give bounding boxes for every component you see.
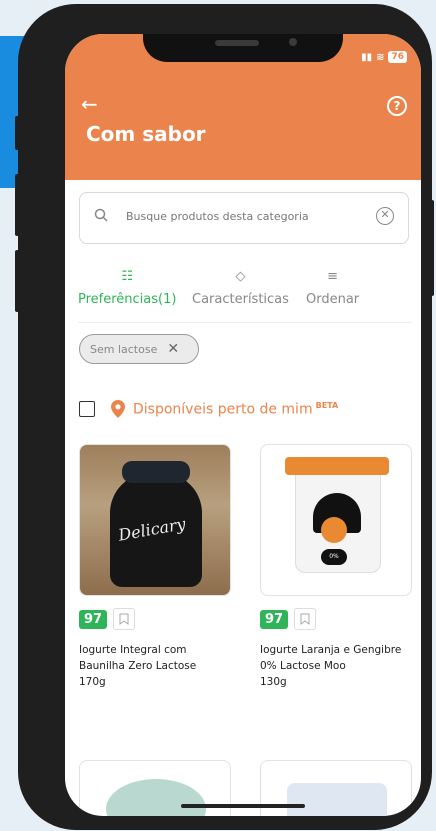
score-row: 97 bbox=[79, 608, 231, 630]
page-title: Com sabor bbox=[86, 122, 206, 146]
tag-icon: ◇ bbox=[235, 269, 246, 284]
search-icon bbox=[94, 208, 108, 222]
app-screen: ▮▮ ≋ 76 ← ? Com sabor ✕ ☷ Preferências(1… bbox=[65, 34, 421, 816]
product-name: Iogurte Laranja e Gengibre 0% Lactose Mo… bbox=[260, 644, 402, 672]
beta-badge: BETA bbox=[315, 400, 339, 410]
cup-lid bbox=[285, 457, 389, 475]
filter-tabs: ☷ Preferências(1) ◇ Características ≡ Or… bbox=[78, 266, 411, 323]
home-indicator[interactable] bbox=[181, 804, 305, 808]
nearby-text: Disponíveis perto de mim bbox=[133, 401, 313, 418]
product-image[interactable]: Delicary bbox=[79, 444, 231, 596]
location-pin-icon bbox=[111, 400, 125, 418]
product-image-partial bbox=[106, 779, 206, 816]
mute-switch bbox=[15, 116, 19, 150]
score-badge: 97 bbox=[260, 609, 289, 629]
nearby-checkbox[interactable] bbox=[79, 401, 95, 417]
tab-characteristics[interactable]: ◇ Características bbox=[192, 266, 289, 307]
power-button bbox=[430, 200, 434, 296]
filter-chip[interactable]: Sem lactose ✕ bbox=[79, 334, 199, 364]
score-row: 97 bbox=[260, 608, 412, 630]
volume-up-button bbox=[15, 174, 19, 236]
product-image-partial bbox=[287, 783, 387, 816]
filter-chip-label: Sem lactose bbox=[90, 342, 158, 356]
tab-sort[interactable]: ≡ Ordenar bbox=[306, 266, 359, 307]
bookmark-button[interactable] bbox=[294, 608, 317, 630]
sliders-icon: ☷ bbox=[121, 269, 134, 284]
wifi-icon: ≋ bbox=[376, 51, 385, 63]
product-image[interactable]: 0% bbox=[260, 444, 412, 596]
phone-notch bbox=[143, 34, 343, 62]
help-icon[interactable]: ? bbox=[387, 96, 407, 116]
search-box[interactable]: ✕ bbox=[79, 192, 409, 244]
phone-frame: ▮▮ ≋ 76 ← ? Com sabor ✕ ☷ Preferências(1… bbox=[15, 4, 434, 830]
status-bar: ▮▮ ≋ 76 bbox=[361, 51, 407, 63]
score-badge: 97 bbox=[79, 609, 108, 629]
battery-indicator: 76 bbox=[388, 51, 407, 63]
volume-down-button bbox=[15, 250, 19, 312]
tab-preferences-label: Preferências(1) bbox=[78, 292, 177, 307]
nearby-toggle[interactable]: Disponíveis perto de mim BETA bbox=[79, 400, 338, 418]
product-card[interactable]: Delicary 97 Iogurte Integral com Baunilh… bbox=[79, 444, 231, 690]
clear-search-icon[interactable]: ✕ bbox=[376, 207, 394, 225]
bookmark-button[interactable] bbox=[113, 608, 136, 630]
bookmark-icon bbox=[119, 613, 129, 625]
cup-label: 0% bbox=[321, 549, 347, 565]
back-arrow-icon[interactable]: ← bbox=[81, 92, 98, 116]
sort-icon: ≡ bbox=[327, 269, 339, 284]
signal-icon: ▮▮ bbox=[361, 51, 373, 63]
product-name: Iogurte Integral com Baunilha Zero Lacto… bbox=[79, 644, 197, 672]
bookmark-icon bbox=[300, 613, 310, 625]
cup-orange-dot bbox=[321, 517, 347, 543]
product-weight: 170g bbox=[79, 676, 106, 688]
search-input[interactable] bbox=[124, 209, 358, 224]
speaker-grille bbox=[215, 40, 259, 46]
tab-sort-label: Ordenar bbox=[306, 292, 360, 307]
product-weight: 130g bbox=[260, 676, 287, 688]
tab-characteristics-label: Características bbox=[192, 292, 289, 307]
tab-preferences[interactable]: ☷ Preferências(1) bbox=[78, 266, 176, 307]
product-card[interactable]: 0% 97 Iogurte Laranja e Gengibre 0% Lact… bbox=[260, 444, 412, 690]
front-camera bbox=[289, 38, 297, 46]
jar-lid bbox=[122, 461, 190, 483]
close-icon[interactable]: ✕ bbox=[167, 341, 179, 357]
nearby-label: Disponíveis perto de mim BETA bbox=[133, 401, 338, 418]
